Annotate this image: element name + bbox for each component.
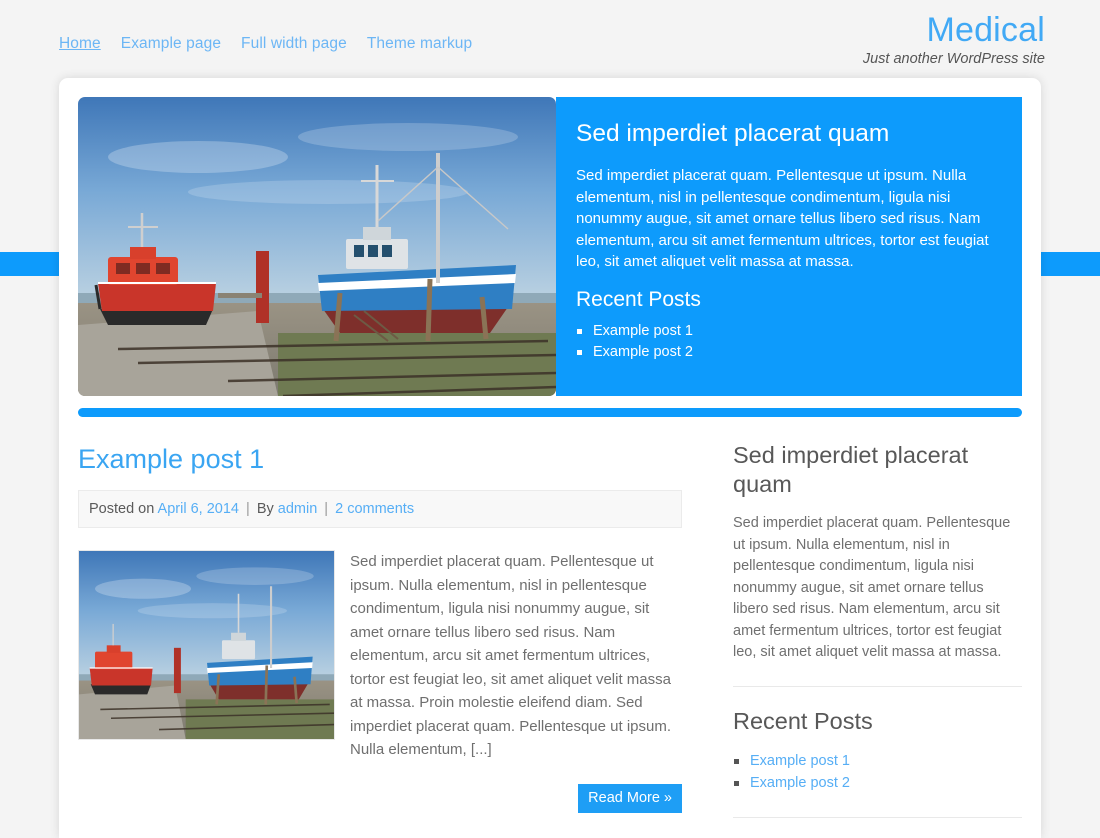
hero-heading: Sed imperdiet placerat quam xyxy=(576,120,890,147)
list-item[interactable]: Example post 2 xyxy=(576,342,998,363)
boats-dry-dock-thumbnail-photo xyxy=(79,551,334,739)
read-more-row: Read More » xyxy=(78,783,682,813)
by-label: By xyxy=(256,501,274,517)
hero-paragraph: Sed imperdiet placerat quam. Pellentesqu… xyxy=(576,167,989,270)
primary-navigation: Home Example page Full width page Theme … xyxy=(59,35,472,53)
list-item[interactable]: Example post 1 xyxy=(576,321,998,342)
sidebar-recent-posts-list: Example post 1 Example post 2 xyxy=(733,750,1022,795)
hero-image[interactable] xyxy=(78,97,556,396)
nav-item-full-width-page[interactable]: Full width page xyxy=(241,35,347,53)
sidebar-text-widget-body: Sed imperdiet placerat quam. Pellentesqu… xyxy=(733,515,1011,660)
content-card: Sed imperdiet placerat quam Sed imperdie… xyxy=(59,78,1041,838)
sidebar-text-widget: Sed imperdiet placerat quam Sed imperdie… xyxy=(733,441,1022,664)
post-thumbnail[interactable] xyxy=(78,550,335,740)
hero-recent-posts-list: Example post 1 Example post 2 xyxy=(576,321,998,363)
hero-caption-panel: Sed imperdiet placerat quam Sed imperdie… xyxy=(556,97,1022,396)
meta-separator-2: | xyxy=(324,501,329,517)
site-title[interactable]: Medical xyxy=(863,10,1045,50)
main-column: Example post 1 Posted on April 6, 2014 |… xyxy=(78,435,708,838)
site-tagline: Just another WordPress site xyxy=(862,51,1045,67)
nav-item-example-page[interactable]: Example page xyxy=(121,35,221,53)
nav-item-home[interactable]: Home xyxy=(59,35,101,53)
sidebar-recent-posts-widget: Recent Posts Example post 1 Example post… xyxy=(733,707,1022,795)
hero-recent-post-2: Example post 2 xyxy=(593,343,693,360)
hero-recent-post-1: Example post 1 xyxy=(593,322,693,339)
page-title: Example post 1 xyxy=(78,443,682,476)
post-date-link[interactable]: April 6, 2014 xyxy=(158,501,239,517)
sidebar-divider-1 xyxy=(733,685,1022,687)
nav-item-theme-markup[interactable]: Theme markup xyxy=(367,35,472,53)
post-meta-bar: Posted on April 6, 2014 | By admin | 2 c… xyxy=(78,490,682,528)
sidebar-text-widget-heading: Sed imperdiet placerat quam xyxy=(733,442,969,497)
boats-dry-dock-photo xyxy=(78,97,556,396)
sidebar-recent-post-1[interactable]: Example post 1 xyxy=(750,753,850,769)
sidebar: Sed imperdiet placerat quam Sed imperdie… xyxy=(708,435,1022,838)
post-comments-link[interactable]: 2 comments xyxy=(335,501,414,517)
sidebar-recent-posts-heading: Recent Posts xyxy=(733,707,873,734)
page-root: Home Example page Full width page Theme … xyxy=(0,0,1100,838)
hero-divider-bar xyxy=(78,408,1022,417)
meta-separator-1: | xyxy=(246,501,250,517)
posted-on-label: Posted on xyxy=(89,501,155,517)
read-more-button[interactable]: Read More » xyxy=(578,783,682,813)
post-excerpt-text: Sed imperdiet placerat quam. Pellentesqu… xyxy=(350,553,672,758)
hero-slider: Sed imperdiet placerat quam Sed imperdie… xyxy=(59,78,1041,396)
post-author-link[interactable]: admin xyxy=(278,501,318,517)
content-area: Example post 1 Posted on April 6, 2014 |… xyxy=(59,417,1041,838)
post-body: Sed imperdiet placerat quam. Pellentesqu… xyxy=(78,550,682,762)
post-excerpt: Sed imperdiet placerat quam. Pellentesqu… xyxy=(335,550,682,762)
site-branding: Medical Just another WordPress site xyxy=(863,10,1045,68)
site-header: Home Example page Full width page Theme … xyxy=(0,0,1100,78)
list-item: Example post 1 xyxy=(733,750,1022,773)
hero-recent-posts-heading: Recent Posts xyxy=(576,287,701,311)
post-title-link[interactable]: Example post 1 xyxy=(78,444,264,474)
sidebar-divider-2 xyxy=(733,816,1022,818)
sidebar-recent-post-2[interactable]: Example post 2 xyxy=(750,775,850,791)
list-item: Example post 2 xyxy=(733,772,1022,795)
